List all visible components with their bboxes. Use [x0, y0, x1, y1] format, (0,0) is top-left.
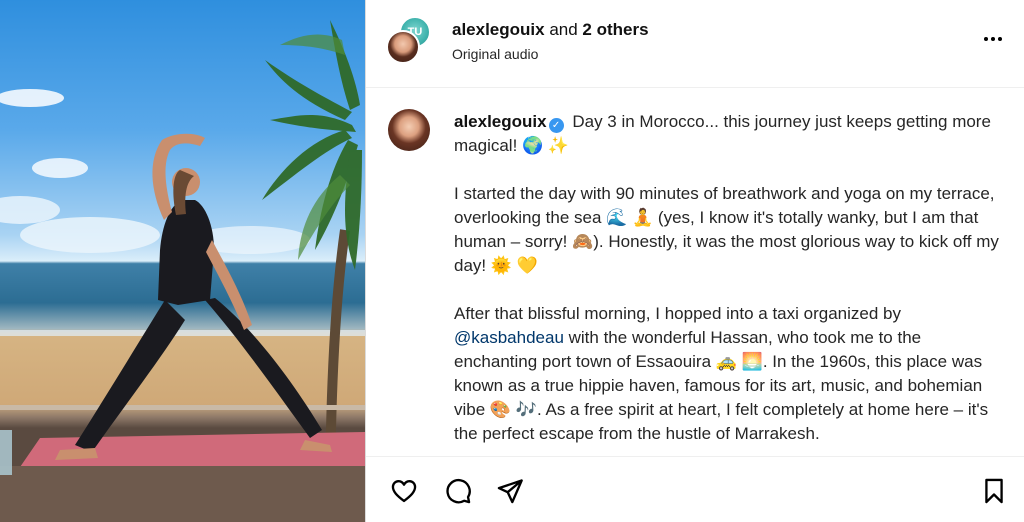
caption-username[interactable]: alexlegouix [454, 112, 547, 131]
action-bar [366, 456, 1024, 522]
header-joiner: and [544, 20, 583, 39]
yoga-scene-illustration [0, 20, 365, 522]
collab-avatars[interactable]: TU [386, 16, 432, 64]
comment-icon[interactable] [442, 475, 474, 507]
post-header: TU alexlegouix and 2 others Original aud… [366, 0, 1024, 88]
paper-plane-icon[interactable] [494, 475, 526, 507]
audio-label[interactable]: Original audio [452, 46, 538, 62]
header-username[interactable]: alexlegouix [452, 20, 545, 39]
caption-panel[interactable]: alexlegouix ✓ Day 3 in Morocco... this jo… [366, 88, 1024, 456]
header-others-link[interactable]: 2 others [582, 20, 648, 39]
more-options-icon[interactable] [980, 26, 1006, 52]
caption-paragraph-3-start: After that blissful morning, I hopped in… [454, 304, 901, 323]
post-photo[interactable] [0, 0, 365, 522]
caption-text: alexlegouix ✓ Day 3 in Morocco... this jo… [454, 110, 1006, 456]
caption-avatar[interactable] [388, 109, 430, 151]
mention-link[interactable]: @kasbahdeau [454, 328, 564, 347]
bookmark-icon[interactable] [978, 475, 1010, 507]
author-avatar[interactable] [386, 30, 420, 64]
verified-badge-icon: ✓ [548, 118, 564, 133]
caption-paragraph-2: I started the day with 90 minutes of bre… [454, 184, 999, 275]
collab-usernames[interactable]: alexlegouix and 2 others [452, 20, 649, 40]
heart-icon[interactable] [388, 475, 420, 507]
